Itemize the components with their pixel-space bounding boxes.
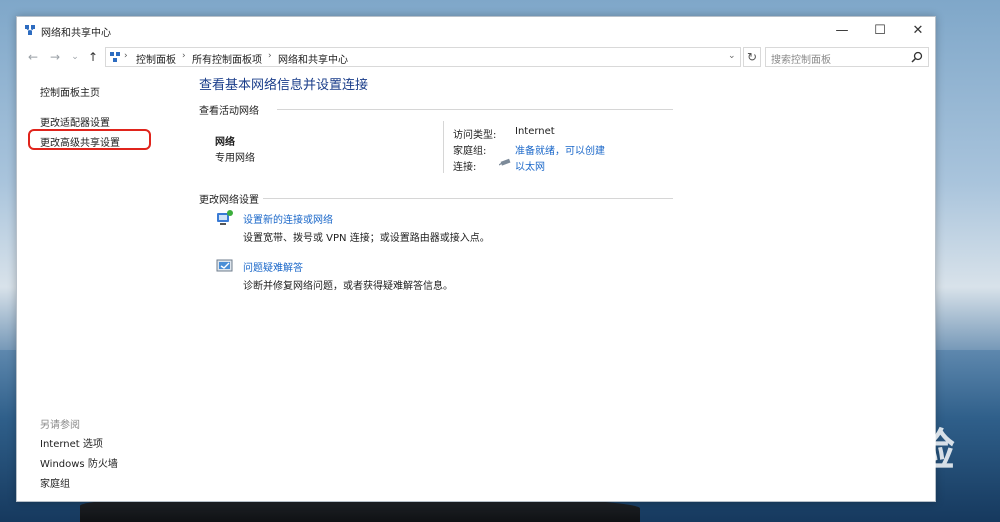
section-divider xyxy=(277,109,673,110)
new-connection-desc: 设置宽带、拨号或 VPN 连接；或设置路由器或接入点。 xyxy=(243,233,490,244)
see-also-heading: 另请参阅 xyxy=(40,420,80,431)
search-placeholder: 搜索控制面板 xyxy=(771,55,831,66)
access-type-label: 访问类型: xyxy=(453,130,497,141)
breadcrumb-separator: › xyxy=(268,51,272,61)
baidu-watermark: Bai 经验 jingyan.baidu.com xyxy=(768,414,1000,504)
breadcrumb-all-items[interactable]: 所有控制面板项 xyxy=(192,51,262,66)
breadcrumb-control-panel[interactable]: 控制面板 xyxy=(136,51,176,66)
refresh-icon[interactable]: ↻ xyxy=(743,47,761,67)
search-icon[interactable] xyxy=(911,51,923,63)
sidebar-item-advanced-sharing[interactable]: 更改高级共享设置 xyxy=(40,134,120,149)
page-title: 查看基本网络信息并设置连接 xyxy=(199,78,369,93)
minimize-button[interactable]: — xyxy=(823,17,861,45)
network-name: 网络 xyxy=(215,137,235,148)
forward-arrow-icon[interactable]: → xyxy=(47,49,63,65)
ethernet-icon xyxy=(499,158,511,166)
watermark-url: jingyan.baidu.com xyxy=(772,476,892,491)
troubleshoot-desc: 诊断并修复网络问题，或者获得疑难解答信息。 xyxy=(243,281,453,292)
section-divider xyxy=(263,198,673,199)
title-bar[interactable]: 网络和共享中心 — ☐ ✕ xyxy=(17,17,935,45)
connection-link[interactable]: 以太网 xyxy=(515,158,545,173)
homegroup-label: 家庭组: xyxy=(453,146,487,157)
baidu-logo: Bai 经验 xyxy=(768,425,956,476)
maximize-button[interactable]: ☐ xyxy=(861,17,899,45)
change-settings-heading: 更改网络设置 xyxy=(199,195,259,206)
recent-locations-chevron-icon[interactable]: ⌄ xyxy=(67,49,83,65)
address-dropdown-icon[interactable]: ⌄ xyxy=(728,51,736,61)
homegroup-link[interactable]: 准备就绪，可以创建 xyxy=(515,142,605,157)
up-arrow-icon[interactable]: ↑ xyxy=(85,49,101,65)
access-type-value: Internet xyxy=(515,126,555,137)
search-box[interactable]: 搜索控制面板 xyxy=(765,47,929,67)
close-button[interactable]: ✕ xyxy=(899,17,937,45)
control-panel-icon xyxy=(110,52,120,62)
network-info-divider xyxy=(443,121,444,173)
new-connection-icon xyxy=(217,210,233,225)
back-arrow-icon[interactable]: ← xyxy=(25,49,41,65)
connection-label: 连接: xyxy=(453,162,477,173)
active-networks-heading: 查看活动网络 xyxy=(199,106,259,117)
breadcrumb-separator: › xyxy=(124,51,128,61)
sidebar-item-adapter-settings[interactable]: 更改适配器设置 xyxy=(40,114,110,129)
see-also-firewall[interactable]: Windows 防火墙 xyxy=(40,455,118,470)
troubleshoot-link[interactable]: 问题疑难解答 xyxy=(243,259,303,274)
sidebar: 控制面板主页 更改适配器设置 更改高级共享设置 另请参阅 Internet 选项… xyxy=(17,69,187,503)
network-type: 专用网络 xyxy=(215,153,255,164)
see-also-internet-options[interactable]: Internet 选项 xyxy=(40,435,103,450)
new-connection-link[interactable]: 设置新的连接或网络 xyxy=(243,211,333,226)
breadcrumb-network-center[interactable]: 网络和共享中心 xyxy=(278,51,348,66)
sidebar-item-control-panel-home[interactable]: 控制面板主页 xyxy=(40,84,100,99)
network-center-icon xyxy=(25,25,35,35)
address-toolbar: ← → ⌄ ↑ › 控制面板 › 所有控制面板项 › 网络和共享中心 ⌄ ↻ 搜… xyxy=(17,45,935,69)
address-bar[interactable]: › 控制面板 › 所有控制面板项 › 网络和共享中心 ⌄ xyxy=(105,47,741,67)
window-title: 网络和共享中心 xyxy=(41,28,111,39)
troubleshoot-icon xyxy=(216,259,233,272)
breadcrumb-separator: › xyxy=(182,51,186,61)
see-also-homegroup[interactable]: 家庭组 xyxy=(40,475,70,490)
